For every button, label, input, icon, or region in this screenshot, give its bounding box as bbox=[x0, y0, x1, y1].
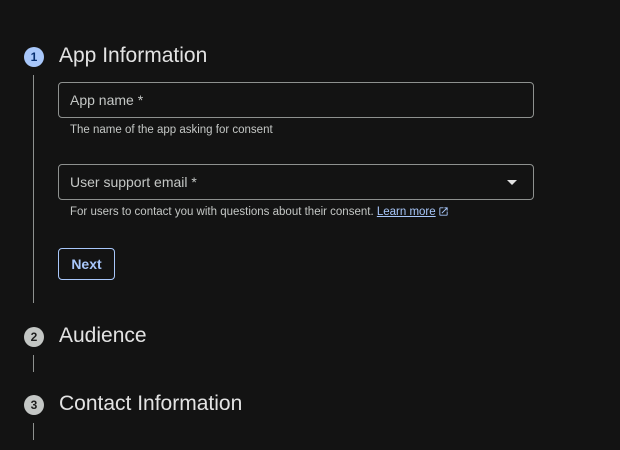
user-support-email-label: User support email * bbox=[70, 174, 197, 190]
support-email-helper-text: For users to contact you with questions … bbox=[70, 206, 374, 218]
open-in-new-icon bbox=[439, 207, 448, 216]
learn-more-link[interactable]: Learn more bbox=[377, 206, 449, 218]
learn-more-link-text: Learn more bbox=[376, 206, 436, 218]
dropdown-arrow-icon bbox=[507, 180, 517, 185]
step-2-badge: 2 bbox=[24, 327, 44, 347]
step-3-connector bbox=[33, 423, 34, 440]
support-email-helper: For users to contact you with questions … bbox=[70, 205, 449, 219]
app-name-input[interactable]: App name * bbox=[58, 82, 534, 118]
next-button[interactable]: Next bbox=[58, 248, 115, 280]
step-2-title[interactable]: Audience bbox=[59, 323, 147, 349]
consent-setup-stepper: 1 App Information App name * The name of… bbox=[0, 0, 620, 450]
step-1-title[interactable]: App Information bbox=[59, 43, 207, 69]
app-name-helper: The name of the app asking for consent bbox=[70, 124, 273, 136]
step-1-connector bbox=[33, 75, 34, 303]
app-name-label: App name * bbox=[70, 92, 144, 108]
step-1-badge: 1 bbox=[24, 47, 44, 67]
user-support-email-select[interactable]: User support email * bbox=[58, 164, 534, 200]
step-3-title[interactable]: Contact Information bbox=[59, 391, 242, 417]
step-3-badge: 3 bbox=[24, 395, 44, 415]
step-2-connector bbox=[33, 355, 34, 372]
